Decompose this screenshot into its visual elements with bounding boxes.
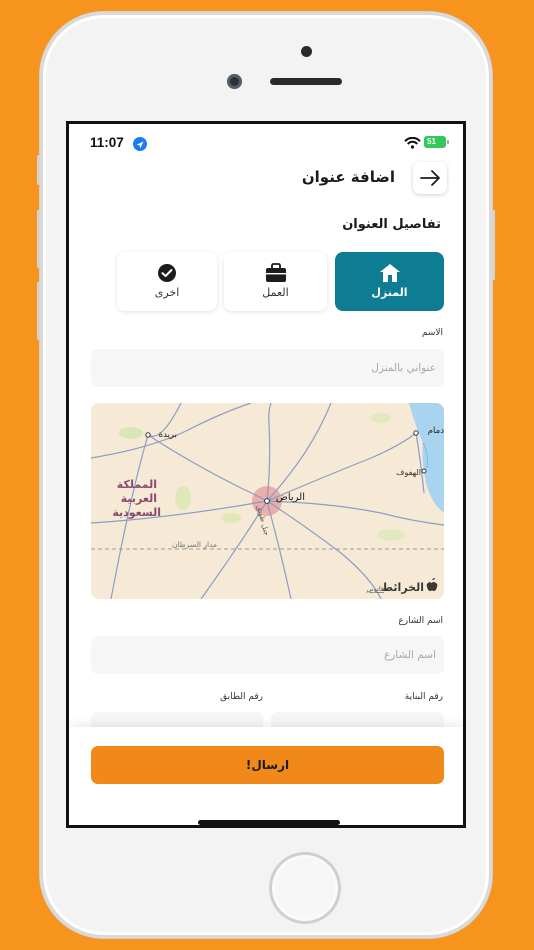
front-camera bbox=[227, 74, 242, 89]
map-pin-buraidah bbox=[145, 432, 151, 438]
map-label-country-line3: السعودية bbox=[112, 506, 161, 519]
map-pin-dammam bbox=[413, 430, 419, 436]
arrow-right-icon bbox=[420, 170, 440, 186]
earpiece-speaker bbox=[270, 78, 342, 85]
building-number-label: رقم البناية bbox=[404, 692, 443, 702]
battery-icon: 51 bbox=[424, 136, 446, 148]
map-label-country-line2: العربية bbox=[121, 492, 157, 505]
map-label-hofuf: الهفوف bbox=[396, 468, 421, 477]
status-bar: 11:07 51 bbox=[69, 124, 463, 160]
tab-home[interactable]: المنزل bbox=[335, 252, 444, 311]
check-circle-icon bbox=[158, 264, 176, 282]
tab-other[interactable]: اخرى bbox=[117, 252, 217, 311]
home-button[interactable] bbox=[269, 852, 341, 924]
front-sensor bbox=[301, 46, 312, 57]
map-label-country-line1: المملكة bbox=[117, 478, 157, 491]
location-arrow-icon bbox=[133, 137, 147, 151]
wifi-icon bbox=[404, 137, 421, 149]
map-pin-riyadh bbox=[264, 498, 270, 504]
status-time: 11:07 bbox=[90, 135, 124, 150]
map-pin-hofuf bbox=[421, 468, 427, 474]
name-label: الاسم bbox=[421, 328, 443, 338]
battery-level: 51 bbox=[427, 137, 436, 146]
section-title: تفاصيل العنوان bbox=[342, 217, 441, 232]
home-indicator bbox=[198, 820, 340, 825]
map-label-riyadh: الرياض bbox=[276, 492, 305, 503]
map-canvas: الرياض بريدة دمام الهفوف المملكة العربية… bbox=[91, 403, 444, 599]
street-input[interactable] bbox=[91, 636, 444, 674]
map-label-dammam: دمام bbox=[428, 426, 444, 436]
tab-work-label: العمل bbox=[262, 286, 289, 299]
app-screen: 11:07 51 اضافة عنوان تفاصيل العنوان المن… bbox=[66, 121, 466, 828]
volume-up-button bbox=[37, 210, 40, 268]
page-title: اضافة عنوان bbox=[301, 168, 395, 186]
street-label: اسم الشارع bbox=[398, 616, 443, 626]
map-label-tropic: مدار السرطان bbox=[172, 540, 217, 549]
maps-legal-link[interactable]: قانوني bbox=[367, 585, 384, 593]
map-view[interactable]: الرياض بريدة دمام الهفوف المملكة العربية… bbox=[91, 403, 444, 599]
floor-number-label: رقم الطابق bbox=[220, 692, 263, 702]
back-button[interactable] bbox=[413, 162, 447, 194]
footer-bar: ارسال! bbox=[69, 727, 463, 825]
mute-switch bbox=[37, 155, 40, 185]
name-input[interactable] bbox=[91, 349, 444, 387]
maps-brand-label: الخرائط bbox=[382, 581, 424, 594]
submit-button[interactable]: ارسال! bbox=[91, 746, 444, 784]
map-label-buraidah: بريدة bbox=[159, 430, 177, 440]
tab-other-label: اخرى bbox=[154, 286, 180, 299]
volume-down-button bbox=[37, 282, 40, 340]
tab-home-label: المنزل bbox=[371, 286, 408, 299]
briefcase-icon bbox=[265, 263, 286, 282]
power-button bbox=[492, 210, 495, 280]
tab-work[interactable]: العمل bbox=[224, 252, 327, 311]
battery-tip bbox=[447, 140, 449, 144]
home-icon bbox=[379, 264, 400, 282]
